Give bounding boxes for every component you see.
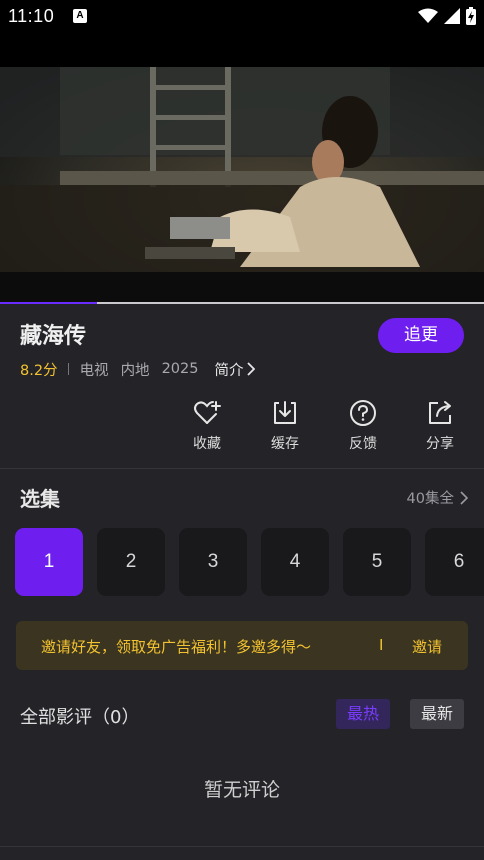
episodes-title: 选集 bbox=[20, 487, 60, 511]
bottom-divider bbox=[0, 846, 484, 847]
invite-message: 邀请好友，领取免广告福利！多邀多得～ bbox=[41, 638, 312, 656]
episode-button-4[interactable]: 4 bbox=[261, 528, 329, 596]
meta-separator bbox=[67, 363, 69, 375]
video-frame[interactable] bbox=[0, 67, 484, 303]
episode-button-6[interactable]: 6 bbox=[425, 528, 484, 596]
intro-link[interactable]: 简介 bbox=[214, 359, 243, 380]
empty-reviews-text: 暂无评论 bbox=[203, 779, 280, 801]
reviews-title: 全部影评（0） bbox=[20, 707, 140, 728]
invite-button[interactable]: 邀请 bbox=[412, 636, 442, 657]
episode-button-5[interactable]: 5 bbox=[343, 528, 411, 596]
episode-list: 1 2 3 4 5 6 bbox=[15, 528, 484, 596]
section-divider bbox=[0, 468, 484, 469]
episode-button-2[interactable]: 2 bbox=[97, 528, 165, 596]
show-score: 8.2分 bbox=[20, 362, 58, 379]
heart-plus-icon bbox=[194, 401, 221, 424]
share-label: 分享 bbox=[426, 436, 454, 452]
show-type: 电视 bbox=[79, 362, 109, 379]
system-icons bbox=[418, 7, 476, 25]
feedback-label: 反馈 bbox=[349, 436, 377, 452]
episodes-count-link[interactable]: 40集全 bbox=[407, 487, 468, 508]
share-button[interactable]: 分享 bbox=[415, 398, 465, 458]
feedback-button[interactable]: 反馈 bbox=[338, 398, 388, 458]
tab-newest[interactable]: 最新 bbox=[410, 699, 464, 729]
episode-button-3[interactable]: 3 bbox=[179, 528, 247, 596]
follow-button[interactable]: 追更 bbox=[378, 318, 464, 353]
battery-icon bbox=[466, 7, 476, 25]
playback-progress-bar[interactable] bbox=[0, 302, 484, 304]
invite-separator: I bbox=[379, 636, 384, 654]
download-icon bbox=[274, 401, 296, 424]
show-year: 2025 bbox=[161, 361, 199, 377]
show-title: 藏海传 bbox=[20, 324, 87, 349]
tab-hottest[interactable]: 最热 bbox=[336, 699, 390, 729]
show-region: 内地 bbox=[120, 362, 150, 379]
download-button[interactable]: 缓存 bbox=[260, 398, 310, 458]
favorite-label: 收藏 bbox=[193, 436, 221, 452]
show-meta: 8.2分 电视 内地 2025 简介 bbox=[20, 359, 256, 380]
download-label: 缓存 bbox=[271, 436, 299, 452]
chevron-right-icon bbox=[460, 490, 468, 505]
action-bar: 收藏 缓存 反馈 分享 bbox=[0, 398, 484, 458]
episodes-count: 40集全 bbox=[406, 491, 454, 507]
video-still-image bbox=[0, 67, 484, 303]
share-icon bbox=[429, 401, 451, 424]
favorite-button[interactable]: 收藏 bbox=[182, 398, 232, 458]
episode-button-1[interactable]: 1 bbox=[15, 528, 83, 596]
signal-icon bbox=[444, 8, 460, 24]
status-time: 11:10 bbox=[8, 6, 55, 26]
wifi-icon bbox=[418, 8, 438, 23]
question-icon bbox=[350, 400, 376, 426]
video-player[interactable] bbox=[0, 34, 484, 303]
playback-progress-fill bbox=[0, 302, 97, 304]
status-bar: 11:10 A bbox=[0, 0, 484, 34]
chevron-right-icon[interactable] bbox=[247, 362, 256, 376]
notification-a-icon: A bbox=[73, 9, 87, 23]
invite-banner[interactable]: 邀请好友，领取免广告福利！多邀多得～ I 邀请 bbox=[16, 621, 468, 670]
